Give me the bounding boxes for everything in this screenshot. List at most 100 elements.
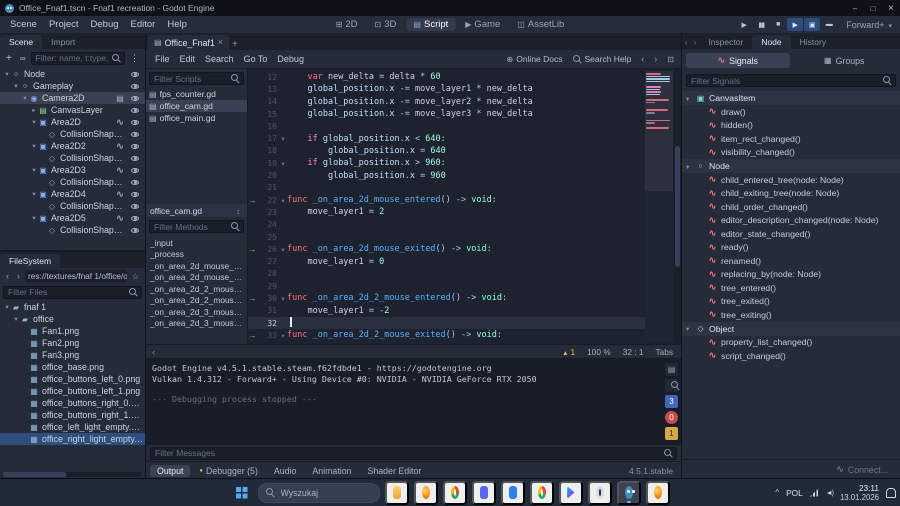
scene-filter-input[interactable] (30, 51, 125, 65)
expand-arrow-icon[interactable]: ▾ (30, 118, 38, 126)
dock-tab[interactable]: History (791, 35, 835, 49)
scene-tree-row[interactable]: ▾ Area2D5 (0, 212, 145, 224)
code-line[interactable]: 28 (248, 268, 645, 280)
window-titlebar[interactable]: Office_Fnaf1.tscn - Fnaf1 recreation - G… (0, 0, 900, 16)
history-back-button[interactable] (3, 271, 12, 281)
play-control-button[interactable] (804, 18, 821, 31)
eye-icon[interactable] (130, 93, 140, 103)
fold-arrow-icon[interactable] (279, 244, 287, 255)
method-list-item[interactable]: _on_area_2d_mouse_entered (146, 260, 247, 272)
filter-signals-input[interactable] (686, 74, 896, 87)
taskbar-app-button[interactable] (529, 480, 554, 505)
file-tree-row[interactable]: office_right_light_empty.png (0, 433, 145, 445)
expand-arrow-icon[interactable]: ▾ (3, 303, 11, 311)
taskbar-clock[interactable]: 23:11 13.01.2026 (840, 483, 879, 502)
code-line[interactable]: 26 func _on_area_2d_mouse_exited() -> vo… (248, 243, 645, 255)
online-docs-button[interactable]: Online Docs (504, 54, 566, 64)
expand-arrow-icon[interactable]: ▾ (30, 214, 38, 222)
file-tree-row[interactable]: ▾ office (0, 313, 145, 325)
signal-row[interactable]: child_order_changed() (682, 200, 900, 214)
script-menu-item[interactable]: File (150, 54, 175, 64)
play-control-button[interactable] (770, 18, 786, 31)
signal-row[interactable]: Node (682, 159, 900, 173)
method-list-item[interactable]: _on_area_2d_2_mouse_exited (146, 295, 247, 307)
version-label[interactable]: 4.5.1.stable (629, 466, 677, 476)
taskbar-app-button[interactable] (500, 480, 525, 505)
scene-tree-row[interactable]: CollisionShape2D (0, 128, 145, 140)
toggle-scripts-panel-button[interactable] (149, 347, 158, 357)
signal-row[interactable]: tree_entered() (682, 281, 900, 295)
method-list-item[interactable]: _on_area_2d_2_mouse_entered (146, 283, 247, 295)
signal-row[interactable]: tree_exiting() (682, 308, 900, 322)
history-forward-button[interactable] (14, 271, 23, 281)
workspace-tab[interactable]: Script (406, 18, 456, 31)
volume-icon[interactable] (826, 487, 833, 498)
code-line[interactable]: 17 if global_position.x < 640: (248, 132, 645, 144)
taskbar-app-button[interactable] (384, 480, 409, 505)
signal-icon[interactable] (115, 213, 125, 224)
bottom-panel-tab[interactable]: Audio (267, 465, 304, 477)
scrollbar-thumb[interactable] (675, 146, 680, 267)
signal-icon[interactable] (115, 141, 125, 152)
code-scrollbar[interactable] (674, 69, 681, 344)
taskbar-app-button[interactable] (442, 480, 467, 505)
file-tree-row[interactable]: Fan3.png (0, 349, 145, 361)
taskbar-app-button[interactable] (645, 480, 670, 505)
code-line[interactable]: 15 global_position.x -= move_layer3 * ne… (248, 108, 645, 120)
favorites-button[interactable] (129, 271, 142, 281)
eye-icon[interactable] (130, 189, 140, 199)
fold-arrow-icon[interactable] (279, 330, 287, 341)
taskbar-app-button[interactable] (616, 480, 641, 505)
workspace-tab[interactable]: Game (458, 18, 507, 31)
messages-icon[interactable]: 3 (665, 395, 678, 408)
method-list-item[interactable]: _on_area_2d_mouse_exited (146, 272, 247, 284)
close-tab-icon[interactable] (218, 37, 223, 48)
close-button[interactable] (882, 0, 900, 16)
bottom-panel-tab[interactable]: Animation (305, 465, 358, 477)
workspace-tab[interactable]: AssetLib (510, 18, 571, 31)
warnings-indicator[interactable]: 1 (562, 347, 576, 357)
expand-arrow-icon[interactable]: ▾ (21, 94, 29, 102)
node-subtab[interactable]: Signals (686, 53, 790, 68)
code-line[interactable]: 23 move_layer1 = 2 (248, 206, 645, 218)
renderer-dropdown[interactable]: Forward+ (838, 20, 898, 30)
code-line[interactable]: 14 global_position.x -= move_layer2 * ne… (248, 96, 645, 108)
expand-arrow-icon[interactable]: ▸ (30, 106, 38, 114)
fold-arrow-icon[interactable] (279, 133, 287, 144)
fold-arrow-icon[interactable] (279, 293, 287, 304)
filter-scripts-input[interactable] (149, 72, 244, 85)
signal-row[interactable]: item_rect_changed() (682, 132, 900, 146)
eye-icon[interactable] (130, 117, 140, 127)
minimize-button[interactable] (846, 0, 864, 16)
connect-button[interactable]: Connect... (830, 463, 894, 476)
scene-tree-row[interactable]: ▾ Area2D (0, 116, 145, 128)
dock-tab-filesystem[interactable]: FileSystem (0, 254, 61, 268)
code-line[interactable]: 24 (248, 219, 645, 231)
file-tree-row[interactable]: office_left_light_empty.png (0, 421, 145, 433)
play-control-button[interactable] (736, 18, 752, 31)
code-line[interactable]: 25 (248, 231, 645, 243)
workspace-tab[interactable]: 3D (368, 18, 404, 31)
scene-tree-row[interactable]: CollisionShape2D (0, 224, 145, 236)
signal-row[interactable]: visibility_changed() (682, 146, 900, 160)
dock-tab[interactable]: Node (752, 35, 791, 49)
script-menu-item[interactable]: Search (200, 54, 239, 64)
expand-arrow-icon[interactable]: ▾ (30, 190, 38, 198)
signal-row[interactable]: script_changed() (682, 349, 900, 363)
signal-icon[interactable] (115, 165, 125, 176)
fold-arrow-icon[interactable] (279, 195, 287, 206)
dock-tab[interactable]: Import (42, 35, 84, 49)
tabs-scroll-left-icon[interactable] (682, 36, 691, 49)
file-tree-row[interactable]: Fan1.png (0, 325, 145, 337)
code-editor[interactable]: 12 var new_delta = delta * 60 13 global_… (248, 69, 681, 344)
eye-icon[interactable] (130, 69, 140, 79)
signal-row[interactable]: child_entered_tree(node: Node) (682, 173, 900, 187)
eye-icon[interactable] (130, 201, 140, 211)
code-line[interactable]: 30 func _on_area_2d_2_mouse_entered() ->… (248, 292, 645, 304)
add-node-button[interactable] (3, 53, 15, 64)
expand-arrow-icon[interactable] (686, 161, 695, 172)
expand-arrow-icon[interactable]: ▾ (12, 315, 20, 323)
language-indicator[interactable]: POL (786, 488, 803, 498)
menu-item[interactable]: Help (161, 19, 193, 30)
code-line[interactable]: 13 global_position.x -= move_layer1 * ne… (248, 83, 645, 95)
